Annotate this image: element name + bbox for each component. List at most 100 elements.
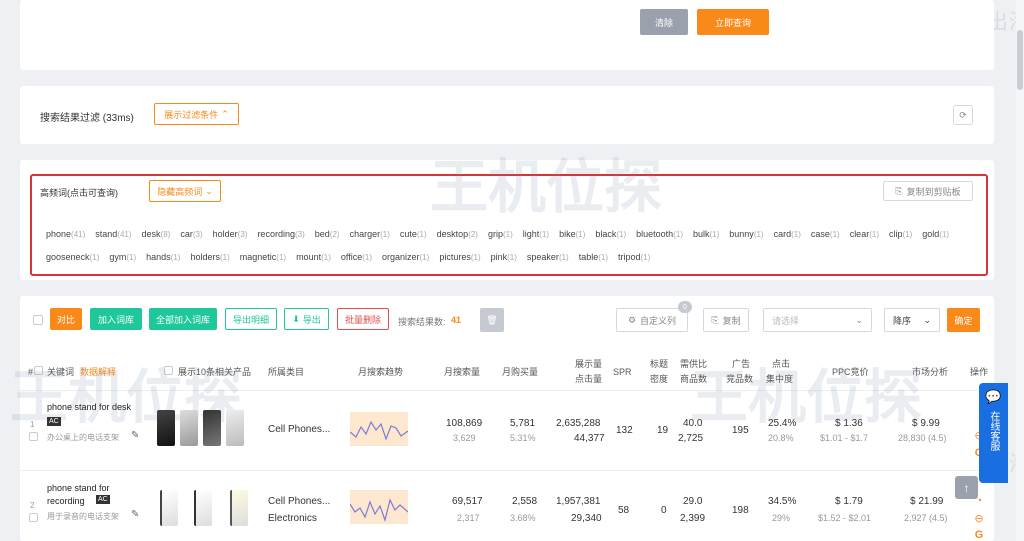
hf-word[interactable]: bluetooth(1) [636,223,683,246]
hf-word[interactable]: charger(1) [350,223,390,246]
confirm-button[interactable]: 确定 [947,308,980,332]
hf-word[interactable]: stand(41) [95,223,131,246]
hf-word[interactable]: table(1) [579,246,608,269]
row-checkbox[interactable] [29,513,38,522]
back-to-top-button[interactable]: ↑ [955,476,978,499]
hf-word-text: gym [109,252,127,262]
row-keyword[interactable]: phone stand for recording [47,482,139,508]
arrow-up-icon: ↑ [963,480,970,495]
hf-word-count: (3) [294,230,305,239]
top10-checkbox[interactable] [164,366,173,375]
title-density: 0 [661,505,667,516]
hf-word[interactable]: recording(3) [257,223,304,246]
hf-word[interactable]: case(1) [811,223,840,246]
product-thumb[interactable] [230,490,248,526]
row-category[interactable]: Cell Phones... [268,424,330,435]
chat-bubble-icon: 💬 [985,389,1002,404]
copy-clipboard-button[interactable]: ⎘ 复制到剪贴板 [883,181,973,201]
hf-word[interactable]: grip(1) [488,223,513,246]
row-checkbox[interactable] [29,432,38,441]
hf-word-count: (1) [419,253,430,262]
hf-word-count: (1) [507,253,517,262]
custom-columns-badge: 0 [678,301,692,313]
col-ops: 操作 [970,367,989,377]
hf-word[interactable]: organizer(1) [382,246,429,269]
query-button[interactable]: 立即查询 [697,9,769,35]
add-all-lib-button[interactable]: 全部加入词库 [149,308,217,330]
header-checkbox[interactable] [34,366,43,375]
hf-word[interactable]: gooseneck(1) [46,246,99,269]
product-thumb[interactable] [226,410,244,446]
hf-word[interactable]: holders(1) [190,246,229,269]
hf-word-count: (1) [902,230,913,239]
hide-hf-button[interactable]: 隐藏高频词 ⌄ [149,180,221,202]
column-select[interactable]: 请选择 ⌄ [763,308,872,332]
col-category: 所属类目 [268,367,305,377]
trash-button[interactable]: 🗑 [480,308,504,332]
hf-word[interactable]: bulk(1) [693,223,719,246]
click-concentration: 34.5% [768,496,797,507]
compare-button[interactable]: 对比 [50,308,82,330]
row-keyword[interactable]: phone stand for desk [47,402,131,412]
hf-word[interactable]: desktop(2) [437,223,478,246]
refresh-button[interactable]: ⟳ [953,105,973,125]
hf-word[interactable]: tripod(1) [618,246,650,269]
show-filter-button[interactable]: 展示过滤条件 ⌃ [154,103,239,125]
sort-select-value: 降序 [893,315,912,326]
edit-icon[interactable]: ✎ [131,430,139,441]
hf-word[interactable]: hands(1) [146,246,180,269]
hf-word-count: (1) [362,253,372,262]
hf-word[interactable]: phone(41) [46,223,85,246]
hf-word[interactable]: pink(1) [491,246,517,269]
hf-word-count: (1) [502,230,513,239]
hf-word-text: bed [314,229,330,239]
product-thumb[interactable] [194,490,212,526]
hf-word[interactable]: bunny(1) [729,223,763,246]
hf-word[interactable]: holder(3) [213,223,248,246]
hf-word[interactable]: magnetic(1) [240,246,286,269]
col-click-1: 点击 [772,359,791,369]
hf-word-text: desktop [436,229,469,239]
custom-columns-button[interactable]: ⚙ 自定义列 [616,308,688,332]
edit-icon[interactable]: ✎ [131,509,139,520]
hf-word[interactable]: car(3) [180,223,202,246]
hf-word[interactable]: bed(2) [315,223,340,246]
google-action-icon[interactable]: G [968,524,990,541]
hf-word[interactable]: light(1) [523,223,549,246]
batch-delete-button[interactable]: 批量删除 [337,308,389,330]
product-thumb[interactable] [157,410,175,446]
month-buy: 2,558 [512,496,538,507]
export-button[interactable]: ⬇ 导出 [284,308,329,330]
hf-word[interactable]: black(1) [595,223,626,246]
clear-button[interactable]: 清除 [640,9,688,35]
product-thumb[interactable] [160,490,178,526]
hf-word-text: pink [490,252,508,262]
custom-columns-label: 自定义列 [640,315,677,326]
row-category[interactable]: Cell Phones... [268,496,330,507]
hf-word[interactable]: office(1) [341,246,372,269]
hf-word[interactable]: desk(8) [142,223,171,246]
hf-word[interactable]: cute(1) [400,223,427,246]
select-all-checkbox[interactable] [33,315,43,325]
row-category-2[interactable]: Electronics [268,513,317,524]
hf-word[interactable]: pictures(1) [439,246,480,269]
data-explain-link[interactable]: 数据解释 [80,366,116,379]
copy-button[interactable]: ⎘ 复制 [703,308,749,332]
hf-word[interactable]: card(1) [774,223,801,246]
product-thumb[interactable] [203,410,221,446]
scrollbar-thumb[interactable] [1017,30,1023,90]
online-service-label: 在线客服 [988,411,999,451]
product-thumb[interactable] [180,410,198,446]
sort-select[interactable]: 降序 ⌄ [884,308,940,332]
add-lib-button[interactable]: 加入词库 [90,308,142,330]
hf-word[interactable]: bike(1) [559,223,585,246]
hf-word[interactable]: gold(1) [922,223,949,246]
hf-word[interactable]: clip(1) [889,223,912,246]
export-detail-button[interactable]: 导出明细 [225,308,277,330]
hf-word[interactable]: mount(1) [296,246,331,269]
online-service-widget[interactable]: 💬 在线客服 [979,383,1008,483]
hf-word[interactable]: speaker(1) [527,246,569,269]
hf-word[interactable]: clear(1) [850,223,879,246]
hf-word[interactable]: gym(1) [109,246,136,269]
show-filter-label: 展示过滤条件 [164,109,219,120]
